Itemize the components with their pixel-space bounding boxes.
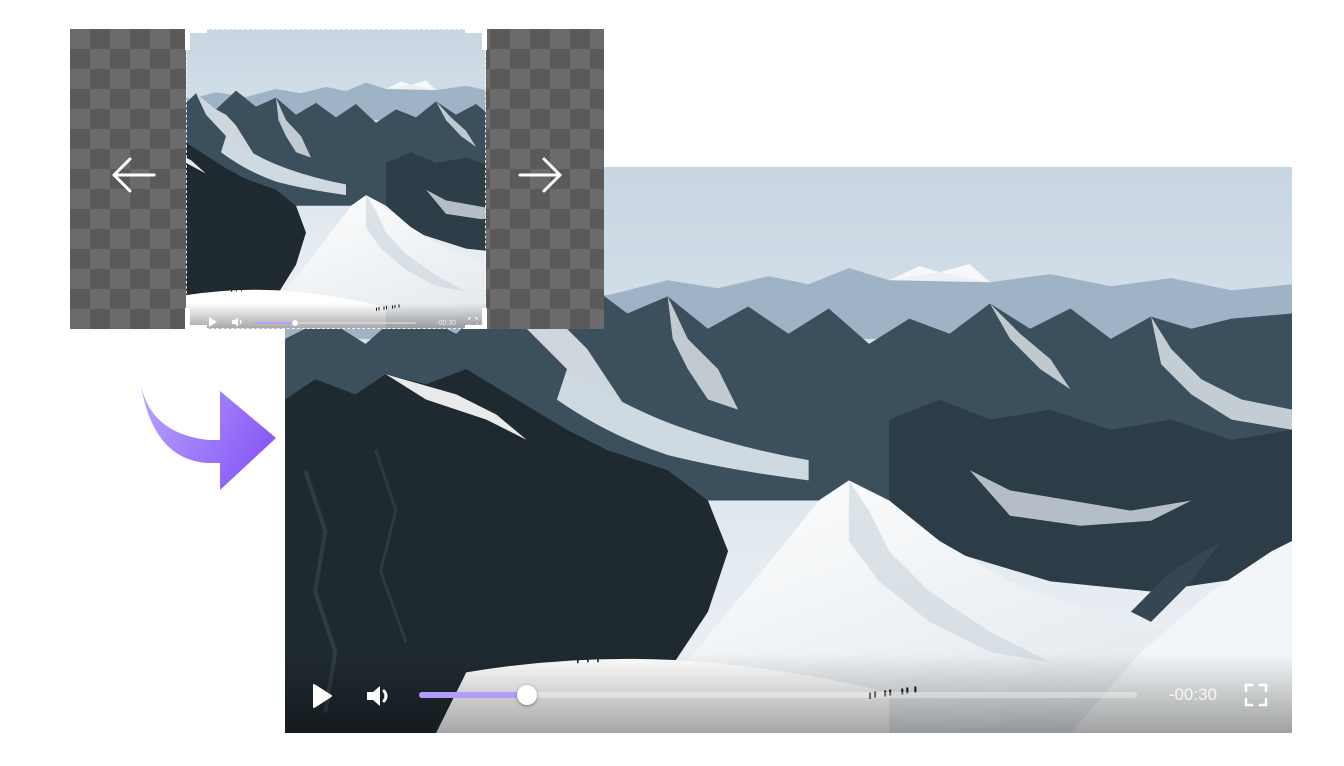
play-icon [313,684,332,708]
crop-preview-play-button [208,317,218,327]
player-controls-bar: -00:30 [285,653,1292,733]
seek-bar-progress [419,692,527,698]
crop-preview-time-remaining: -00:30 [436,320,456,327]
stage: -00:30 -00:30 [0,0,1344,766]
volume-icon [367,686,388,706]
crop-preview-player: -00:30 [186,29,486,329]
play-icon [209,317,217,327]
crop-handle-bottom-right[interactable] [465,308,487,329]
seek-bar-thumb[interactable] [516,685,537,705]
volume-button[interactable] [365,683,395,709]
crop-preview-seek-progress [254,322,295,324]
arrow-left-icon [112,157,156,193]
crop-handle-top-right[interactable] [465,29,487,50]
seek-bar[interactable] [419,685,1137,705]
crop-preview-seek-thumb [291,320,298,326]
crop-handle-bottom-left[interactable] [185,308,207,329]
crop-handle-top-left[interactable] [185,29,207,50]
curved-arrow-right-icon [140,380,276,490]
crop-preview-volume-button [232,317,244,327]
arrow-right-icon [518,157,562,193]
crop-preview-mountains [186,29,486,329]
time-remaining: -00:30 [1168,685,1217,704]
volume-icon [232,317,242,327]
fullscreen-icon [1244,683,1268,707]
pan-right-button[interactable] [516,155,564,195]
play-button[interactable] [309,683,335,709]
crop-preview-controls: -00:30 [186,303,486,329]
pan-left-button[interactable] [110,155,158,195]
crop-canvas[interactable]: -00:30 [70,29,604,329]
fullscreen-button[interactable] [1244,683,1268,707]
crop-preview-seek-bar [254,320,416,326]
